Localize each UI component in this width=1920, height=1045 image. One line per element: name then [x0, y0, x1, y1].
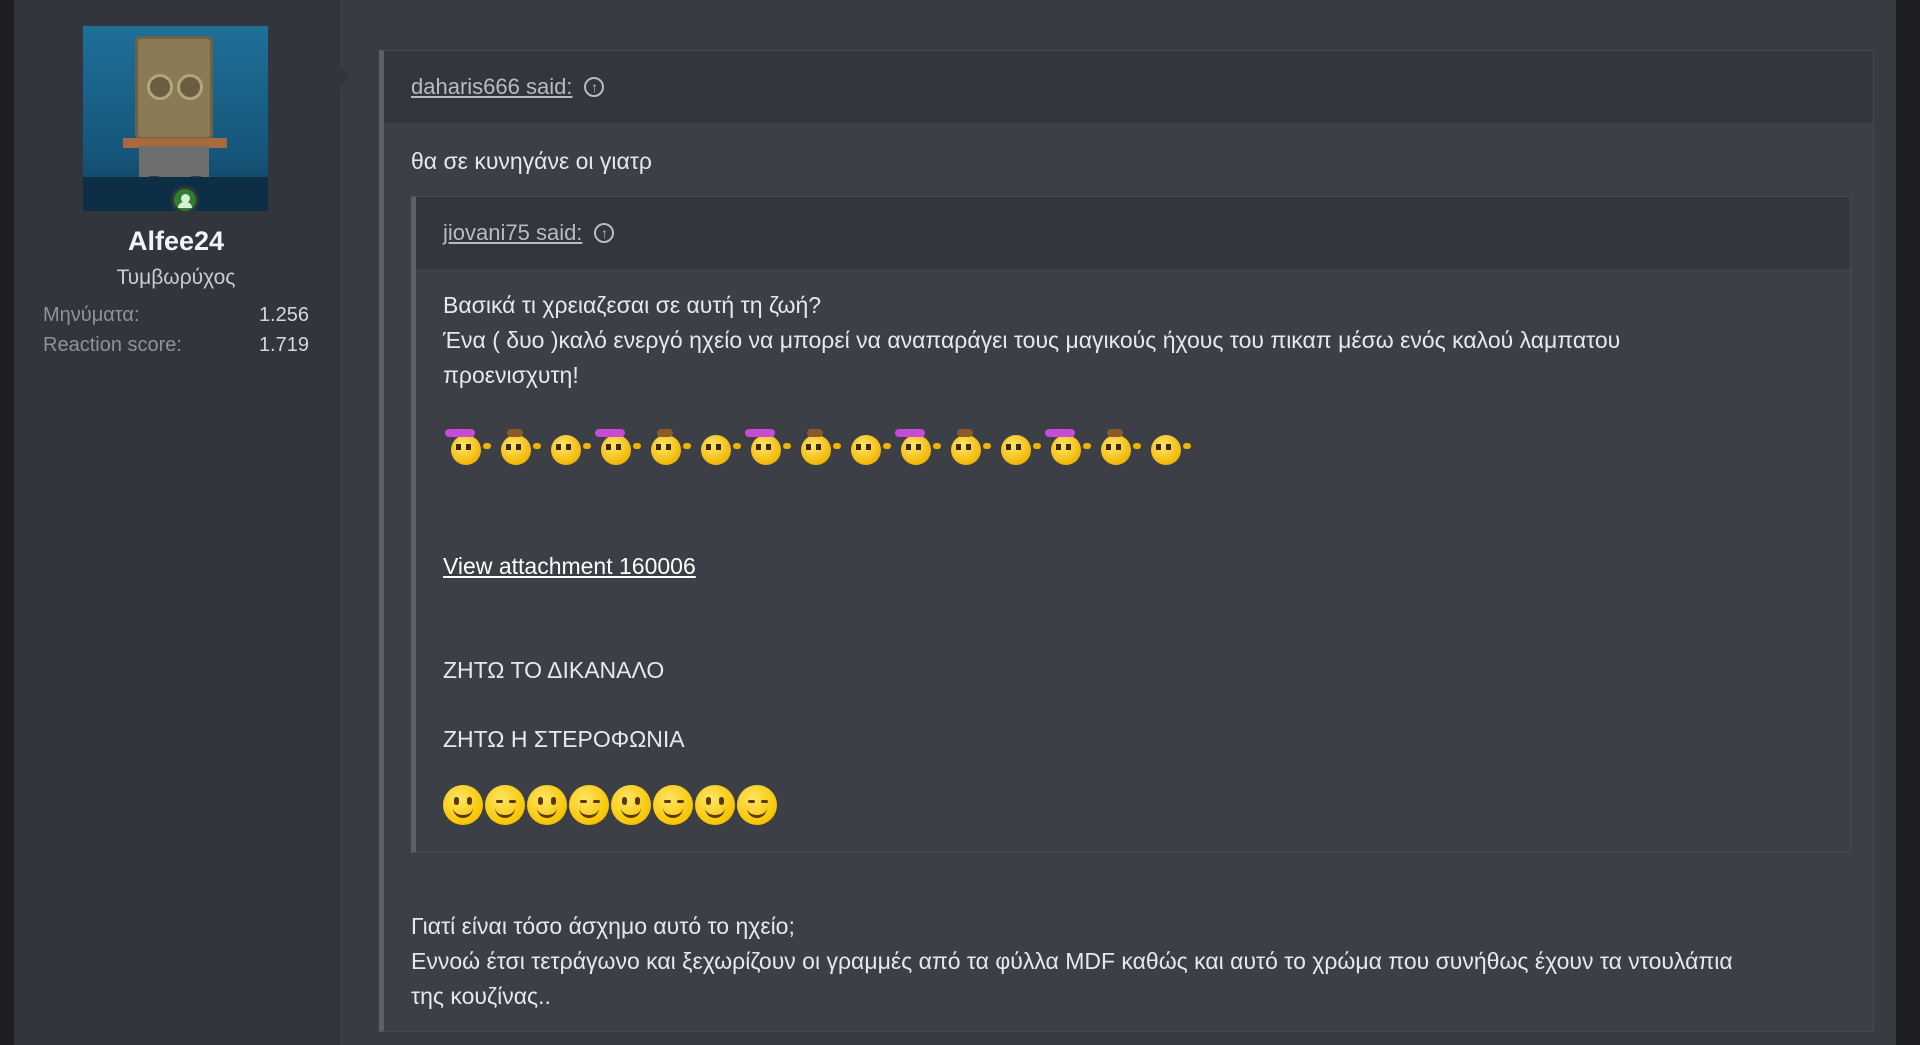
dancing-emoji-icon — [893, 427, 941, 467]
reply-line: Εννοώ έτσι τετράγωνο και ξεχωρίζουν οι γ… — [411, 948, 1733, 974]
forum-post: Alfee24 Τυμβωρύχος Μηνύματα: 1.256 React… — [14, 0, 1896, 1045]
arrow-up-circle-icon[interactable]: ↑ — [594, 223, 615, 243]
dancing-emoji-icon — [443, 427, 491, 467]
online-user-icon — [171, 186, 199, 214]
stat-value[interactable]: 1.256 — [259, 304, 309, 327]
dancing-emoji-icon — [743, 427, 791, 467]
view-attachment-link[interactable]: View attachment 160006 — [443, 553, 696, 580]
left-gutter — [0, 0, 14, 1045]
quote-author-link[interactable]: daharis666 said: — [411, 74, 572, 100]
quote-header: daharis666 said: ↑ — [384, 51, 1873, 123]
avatar-eye-left — [147, 74, 173, 100]
stat-label: Reaction score: — [43, 334, 182, 356]
avatar-eye-right — [177, 74, 203, 100]
wink-icon — [485, 785, 525, 825]
quote-line: προενισχυτη! — [443, 362, 579, 388]
right-gutter — [1896, 0, 1920, 1045]
post-content: daharis666 said: ↑ θα σε κυνηγάνε οι για… — [339, 0, 1896, 1045]
quote-line: ΖΗΤΩ ΤΟ ΔΙΚΑΝΑΛΟ — [443, 657, 665, 683]
post-user-panel: Alfee24 Τυμβωρύχος Μηνύματα: 1.256 React… — [14, 0, 350, 1045]
quote-line: Βασικά τι χρειαζεσαι σε αυτή τη ζωή? — [443, 292, 822, 318]
arrow-up-circle-icon[interactable]: ↑ — [584, 77, 605, 97]
smile-icon — [695, 785, 735, 825]
dancing-emoji-icon — [943, 427, 991, 467]
smile-icon — [527, 785, 567, 825]
dancing-emoji-icon — [493, 427, 541, 467]
dancing-emoji-icon — [1043, 427, 1091, 467]
username[interactable]: Alfee24 — [14, 226, 338, 257]
inner-quote: jiovani75 said: ↑ Βασικά τι χρειαζεσαι σ… — [411, 196, 1851, 853]
inner-quote-body: Βασικά τι χρειαζεσαι σε αυτή τη ζωή? Ένα… — [443, 288, 1833, 393]
avatar-figure — [135, 36, 213, 140]
smile-icon — [611, 785, 651, 825]
stat-label: Μηνύματα: — [43, 304, 140, 326]
smiley-row — [443, 785, 779, 825]
quote-line: ΖΗΤΩ Η ΣΤΕΡΟΦΩΝΙΑ — [443, 726, 685, 752]
user-stat-messages: Μηνύματα: 1.256 — [43, 304, 309, 327]
dancing-emoji-icon — [693, 427, 741, 467]
avatar-pants — [139, 146, 209, 178]
reply-line: Γιατί είναι τόσο άσχημο αυτό το ηχείο; — [411, 913, 795, 939]
wink-icon — [569, 785, 609, 825]
user-stat-reaction-score: Reaction score: 1.719 — [43, 334, 309, 357]
dancing-emoji-icon — [843, 427, 891, 467]
outer-quote-text: θα σε κυνηγάνε οι γιατρ — [411, 148, 652, 174]
outer-quote-reply: Γιατί είναι τόσο άσχημο αυτό το ηχείο; Ε… — [411, 909, 1851, 1014]
dancing-emoji-row — [443, 427, 1193, 467]
wink-icon — [653, 785, 693, 825]
user-title: Τυμβωρύχος — [116, 266, 236, 289]
smile-icon — [443, 785, 483, 825]
dancing-emoji-icon — [643, 427, 691, 467]
reply-line: της κουζίνας.. — [411, 983, 551, 1009]
forum-page: Alfee24 Τυμβωρύχος Μηνύματα: 1.256 React… — [0, 0, 1920, 1045]
quote-line: Ένα ( δυο )καλό ενεργό ηχείο να μπορεί ν… — [443, 327, 1621, 353]
dancing-emoji-icon — [793, 427, 841, 467]
stat-value[interactable]: 1.719 — [259, 334, 309, 357]
quote-author-link[interactable]: jiovani75 said: — [443, 220, 582, 246]
dancing-emoji-icon — [993, 427, 1041, 467]
dancing-emoji-icon — [1143, 427, 1191, 467]
dancing-emoji-icon — [543, 427, 591, 467]
avatar[interactable] — [83, 26, 268, 211]
quote-header: jiovani75 said: ↑ — [416, 197, 1850, 269]
outer-quote: daharis666 said: ↑ θα σε κυνηγάνε οι για… — [379, 50, 1874, 1032]
dancing-emoji-icon — [593, 427, 641, 467]
dancing-emoji-icon — [1093, 427, 1141, 467]
wink-icon — [737, 785, 777, 825]
